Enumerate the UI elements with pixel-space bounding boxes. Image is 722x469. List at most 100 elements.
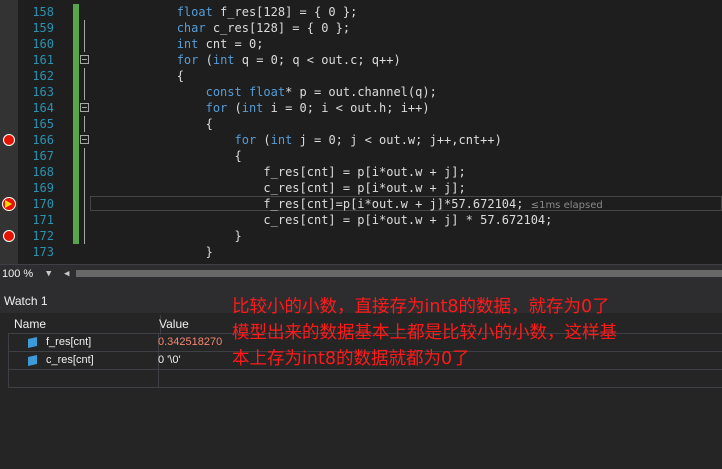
code-text[interactable]: float f_res[128] = { 0 };: [90, 4, 358, 20]
watch-row-value[interactable]: 0 '\0': [158, 354, 181, 366]
code-line[interactable]: 165 {: [0, 116, 722, 132]
line-number: 161: [32, 53, 54, 67]
change-marker: [73, 180, 79, 196]
code-line[interactable]: 163 const float* p = out.channel(q);: [0, 84, 722, 100]
line-number: 159: [32, 21, 54, 35]
code-line[interactable]: 158 float f_res[128] = { 0 };: [0, 4, 722, 20]
zoom-dropdown-icon[interactable]: ▼: [46, 266, 51, 282]
watch-panel-title[interactable]: Watch 1: [4, 294, 48, 308]
code-line[interactable]: 166 for (int j = 0; j < out.w; j++,cnt++…: [0, 132, 722, 148]
code-line[interactable]: 173 }: [0, 244, 722, 260]
watch-row-name[interactable]: c_res[cnt]: [46, 354, 94, 366]
change-marker: [73, 84, 79, 100]
code-line[interactable]: 160 int cnt = 0;: [0, 36, 722, 52]
fold-guide: [84, 68, 85, 84]
change-marker: [73, 68, 79, 84]
row-divider: [8, 370, 9, 387]
line-number: 164: [32, 101, 54, 115]
zoom-level[interactable]: 100 %: [2, 266, 33, 282]
line-number: 170: [32, 197, 54, 211]
change-marker: [73, 116, 79, 132]
code-token: (: [256, 133, 271, 147]
collapse-icon[interactable]: [80, 103, 89, 112]
code-token: f_res[cnt]=p[i*out.w + j]*57.672104;: [90, 197, 531, 211]
change-marker: [73, 228, 79, 244]
change-marker: [73, 148, 79, 164]
change-marker: [73, 196, 79, 212]
code-editor[interactable]: 158 float f_res[128] = { 0 }; 159 char c_…: [0, 0, 722, 264]
code-text[interactable]: const float* p = out.channel(q);: [90, 84, 437, 100]
code-token: (: [227, 101, 242, 115]
code-text[interactable]: c_res[cnt] = p[i*out.w + j];: [90, 180, 466, 196]
keyword: char: [176, 21, 206, 35]
breakpoint-icon[interactable]: [3, 134, 15, 146]
keyword: int: [241, 101, 264, 115]
fold-guide: [84, 164, 85, 180]
current-breakpoint-icon[interactable]: [2, 197, 16, 211]
code-token: (: [198, 53, 213, 67]
code-text[interactable]: f_res[cnt] = p[i*out.w + j];: [90, 164, 465, 180]
code-text[interactable]: }: [90, 228, 241, 244]
change-marker: [73, 100, 79, 116]
code-line[interactable]: 168 f_res[cnt] = p[i*out.w + j];: [0, 164, 722, 180]
change-marker: [73, 52, 79, 68]
collapse-icon[interactable]: [80, 135, 89, 144]
code-token: i = 0; i < out.h; i++): [263, 101, 430, 115]
code-line[interactable]: 171 c_res[cnt] = p[i*out.w + j] * 57.672…: [0, 212, 722, 228]
scroll-left-icon[interactable]: ◀: [64, 266, 69, 282]
value-column-header[interactable]: Value: [159, 317, 189, 331]
line-number: 167: [32, 149, 54, 163]
breakpoint-icon[interactable]: [3, 230, 15, 242]
code-line[interactable]: 172 }: [0, 228, 722, 244]
code-line[interactable]: 164 for (int i = 0; i < out.h; i++): [0, 100, 722, 116]
line-number: 172: [32, 229, 54, 243]
collapse-icon[interactable]: [80, 55, 89, 64]
fold-guide: [84, 148, 85, 164]
code-line[interactable]: 169 c_res[cnt] = p[i*out.w + j];: [0, 180, 722, 196]
code-text[interactable]: for (int i = 0; i < out.h; i++): [90, 100, 430, 116]
code-text[interactable]: {: [90, 148, 241, 164]
code-line[interactable]: 162 {: [0, 68, 722, 84]
line-number: 160: [32, 37, 54, 51]
keyword: for: [176, 53, 199, 67]
row-divider: [8, 352, 9, 369]
panel-splitter[interactable]: [0, 283, 722, 291]
horizontal-scrollbar[interactable]: [76, 270, 722, 277]
keyword: float: [248, 85, 286, 99]
code-token: j = 0; j < out.w; j++,cnt++): [292, 133, 502, 147]
annotation-line: 本上存为int8的数据就都为0了: [232, 349, 470, 369]
code-text[interactable]: for (int j = 0; j < out.w; j++,cnt++): [90, 132, 502, 148]
code-text[interactable]: char c_res[128] = { 0 };: [90, 20, 350, 36]
perf-tip[interactable]: ≤1ms elapsed: [531, 200, 603, 211]
watch-empty-row[interactable]: [8, 370, 722, 388]
keyword: int: [270, 133, 293, 147]
fold-guide: [84, 196, 85, 212]
code-token: {: [90, 117, 213, 131]
code-line[interactable]: 159 char c_res[128] = { 0 };: [0, 20, 722, 36]
code-text[interactable]: int cnt = 0;: [90, 36, 264, 52]
keyword: int: [176, 37, 199, 51]
code-text[interactable]: }: [90, 244, 213, 260]
code-text[interactable]: {: [90, 68, 184, 84]
watch-row-name[interactable]: f_res[cnt]: [46, 336, 91, 348]
line-number: 173: [32, 245, 54, 259]
watch-row-value[interactable]: 0.342518270: [158, 336, 222, 348]
name-column-header[interactable]: Name: [14, 317, 46, 331]
code-text[interactable]: for (int q = 0; q < out.c; q++): [90, 52, 401, 68]
change-marker: [73, 20, 79, 36]
code-line[interactable]: 170 f_res[cnt]=p[i*out.w + j]*57.672104;…: [0, 196, 722, 212]
code-text[interactable]: {: [90, 116, 213, 132]
change-marker: [73, 4, 79, 20]
line-number: 163: [32, 85, 54, 99]
code-token: f_res[128] = { 0 };: [212, 5, 358, 19]
code-text[interactable]: c_res[cnt] = p[i*out.w + j] * 57.672104;: [90, 212, 552, 228]
code-token: c_res[cnt] = p[i*out.w + j];: [90, 181, 466, 195]
code-line[interactable]: 167 {: [0, 148, 722, 164]
code-line[interactable]: 161 for (int q = 0; q < out.c; q++): [0, 52, 722, 68]
keyword: for: [234, 133, 257, 147]
